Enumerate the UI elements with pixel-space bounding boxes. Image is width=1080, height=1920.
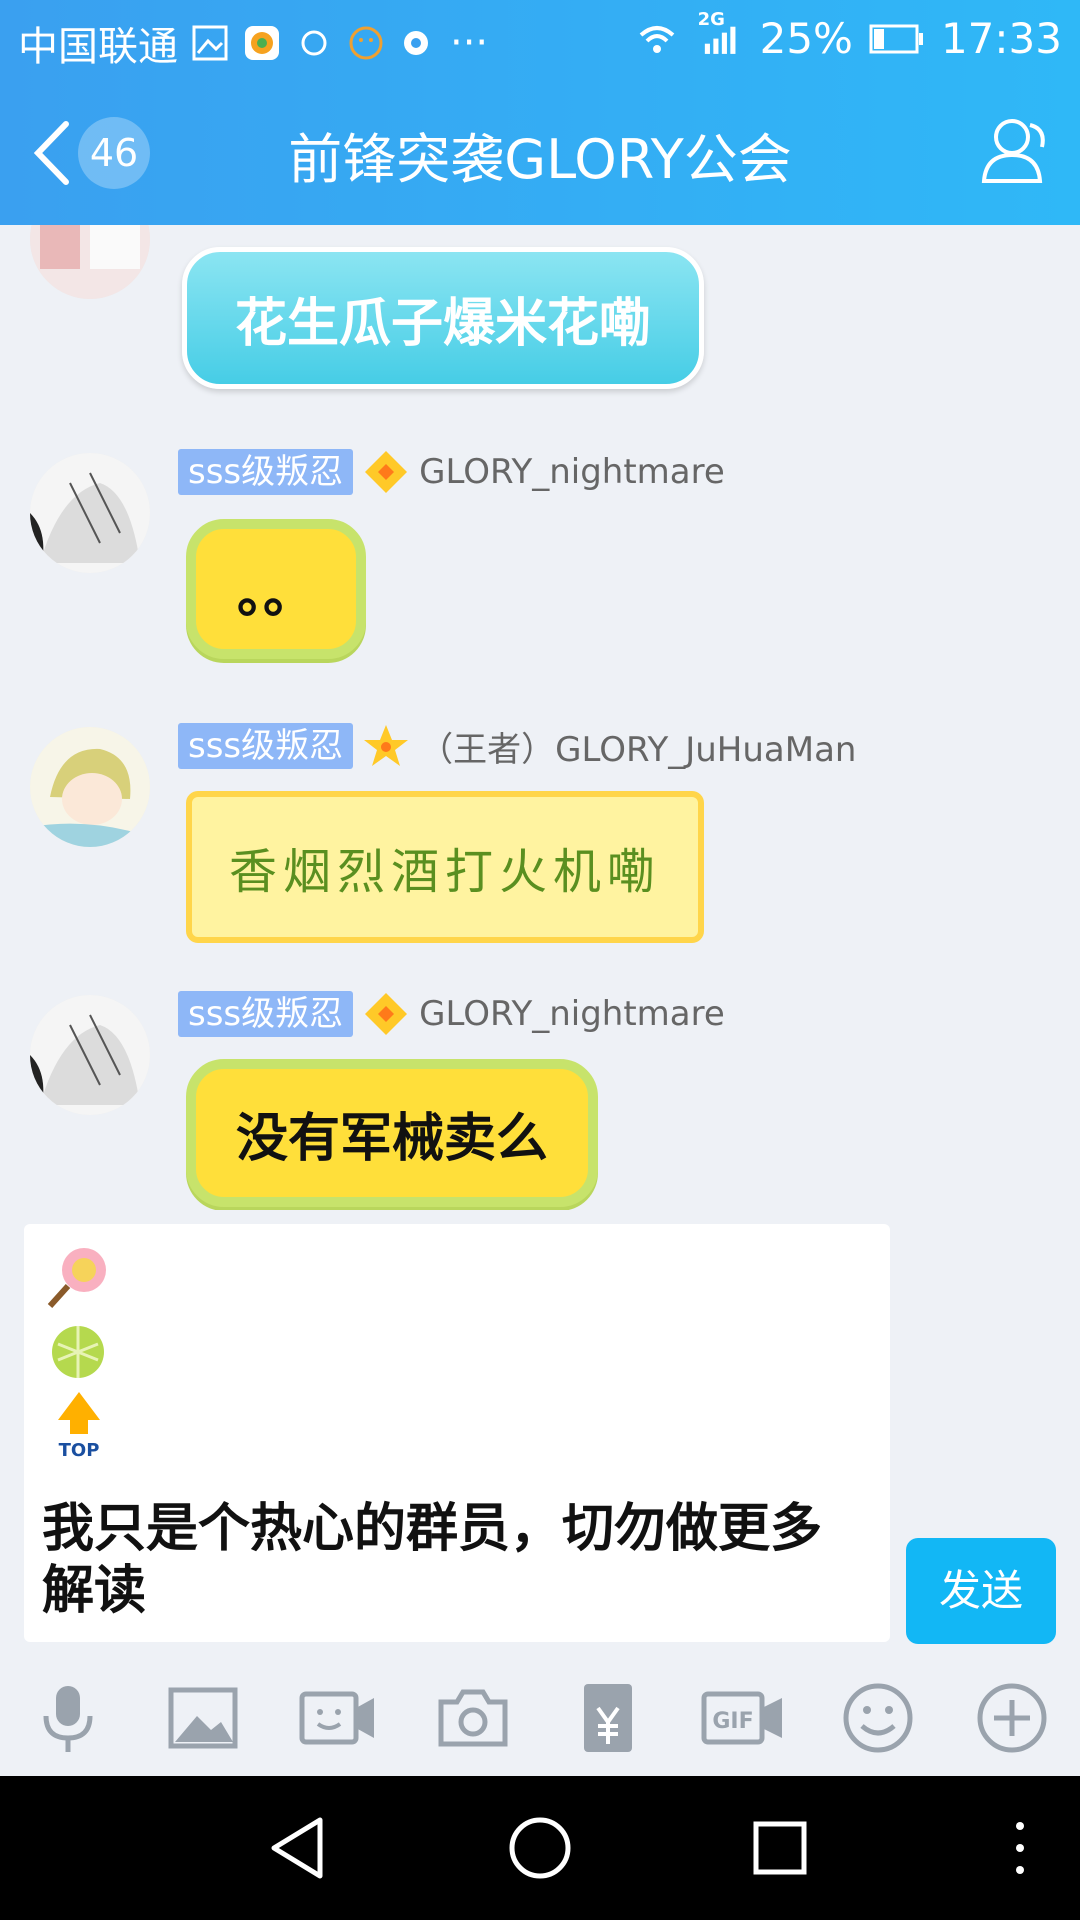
- group-members-icon[interactable]: [976, 111, 1056, 191]
- message-bubble[interactable]: 。。: [186, 519, 366, 659]
- avatar[interactable]: [30, 225, 150, 299]
- message-input[interactable]: TOP 我只是个热心的群员，切勿做更多解读: [24, 1224, 890, 1642]
- clock: 17:33: [940, 14, 1062, 63]
- message-bubble[interactable]: 没有军械卖么: [186, 1059, 598, 1207]
- more-notifications: ···: [450, 20, 489, 66]
- app-notification-icon: [245, 26, 279, 60]
- message-text: 花生瓜子爆米花嘞: [234, 293, 651, 354]
- chat-header: 46 前锋突袭GLORY公会: [0, 75, 1080, 225]
- diamond-icon: [365, 993, 408, 1035]
- avatar[interactable]: [30, 453, 150, 573]
- nav-menu-icon[interactable]: [984, 1812, 1056, 1884]
- video-call-icon[interactable]: [298, 1678, 378, 1758]
- nav-home-icon[interactable]: [504, 1812, 576, 1884]
- sender-info: sss级叛忍 GLORY_nightmare: [178, 991, 725, 1037]
- wifi-icon: [639, 25, 674, 53]
- red-packet-icon[interactable]: [568, 1678, 648, 1758]
- avatar[interactable]: [30, 995, 150, 1115]
- chat-title: 前锋突袭GLORY公会: [288, 128, 792, 191]
- top-label: TOP: [59, 1440, 100, 1460]
- battery-icon: [869, 24, 923, 53]
- sync-icon: [301, 30, 327, 56]
- level-badge: sss级叛忍: [178, 991, 354, 1037]
- melon-sticker-icon: [52, 1326, 104, 1378]
- avatar-image: [30, 995, 150, 1115]
- sticker-strip: TOP: [44, 1240, 124, 1464]
- level-badge: sss级叛忍: [178, 449, 354, 495]
- nav-back-icon[interactable]: [264, 1812, 336, 1884]
- signal-icon: [704, 26, 736, 54]
- image-icon[interactable]: [163, 1678, 243, 1758]
- qq-notification-icon: [404, 31, 428, 55]
- carrier-label: 中国联通: [18, 24, 178, 70]
- camera-icon[interactable]: [433, 1678, 513, 1758]
- message-text: 。。: [236, 564, 315, 625]
- emoji-notification-icon: [349, 26, 383, 60]
- mic-icon[interactable]: [28, 1678, 108, 1758]
- level-badge: sss级叛忍: [178, 723, 354, 769]
- sender-name[interactable]: GLORY_nightmare: [419, 452, 725, 492]
- plus-icon[interactable]: [972, 1678, 1052, 1758]
- message-bubble[interactable]: 花生瓜子爆米花嘞: [182, 247, 704, 389]
- message-text: 没有军械卖么: [235, 1108, 548, 1169]
- input-text[interactable]: 我只是个热心的群员，切勿做更多解读: [42, 1498, 862, 1622]
- sender-name[interactable]: GLORY_nightmare: [419, 994, 725, 1034]
- avatar-image: [30, 727, 150, 847]
- message-bubble[interactable]: 香烟烈酒打火机嘞: [186, 791, 704, 943]
- sender-name[interactable]: （王者）GLORY_JuHuaMan: [419, 722, 856, 771]
- battery-percent: 25%: [759, 14, 853, 63]
- nav-recents-icon[interactable]: [744, 1812, 816, 1884]
- message-text: 香烟烈酒打火机嘞: [228, 844, 661, 900]
- gallery-notification-icon: [192, 25, 228, 61]
- send-button[interactable]: 发送: [906, 1538, 1056, 1644]
- diamond-icon: [365, 451, 408, 493]
- avatar-image: [30, 453, 150, 573]
- system-nav-bar: [0, 1776, 1080, 1920]
- svg-text:GIF: GIF: [712, 1709, 753, 1734]
- sender-info: sss级叛忍 GLORY_nightmare: [178, 449, 725, 495]
- top-arrow-sticker-icon: TOP: [58, 1392, 100, 1461]
- avatar[interactable]: [30, 727, 150, 847]
- emoji-icon[interactable]: [838, 1678, 918, 1758]
- signal-indicator: 2G: [698, 9, 744, 59]
- top-bar: 中国联通 ··· 2G 25% 17:33 46 前锋突袭GLORY公会: [0, 0, 1080, 225]
- status-bar: 中国联通 ··· 2G 25% 17:33: [0, 0, 1080, 75]
- sender-info: sss级叛忍 （王者）GLORY_JuHuaMan: [178, 722, 856, 771]
- chat-messages[interactable]: 花生瓜子爆米花嘞 sss级叛忍 GLORY_nightmare 。。 sss级叛…: [0, 225, 1080, 1210]
- gif-icon[interactable]: GIF: [700, 1678, 786, 1758]
- star-icon: [364, 725, 409, 766]
- input-toolbar: GIF: [0, 1658, 1080, 1776]
- lollipop-sticker-icon: [47, 1248, 106, 1309]
- avatar-image: [30, 225, 150, 299]
